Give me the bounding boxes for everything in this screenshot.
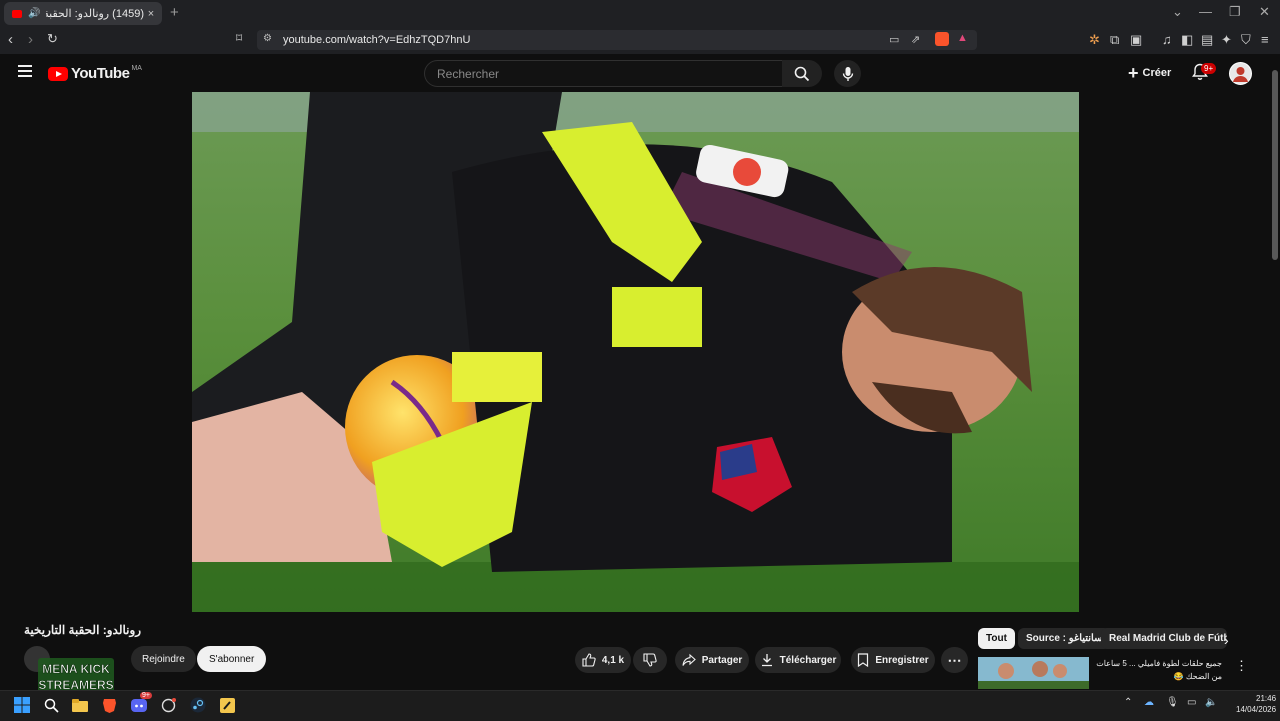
clock-time: 21:46 — [1256, 694, 1277, 703]
country-code: MA — [131, 65, 142, 72]
taskbar-clock[interactable]: 21:46 14/04/2026 — [1236, 693, 1276, 715]
tab-close-icon[interactable]: × — [144, 8, 158, 20]
clock-date: 14/04/2026 — [1236, 705, 1277, 714]
media-icon[interactable]: ♫ — [1162, 32, 1172, 47]
screenshot-icon[interactable]: ▣ — [1130, 32, 1142, 48]
share-page-icon[interactable]: ⇗ — [911, 33, 920, 46]
onedrive-icon[interactable]: ☁ — [1144, 697, 1154, 708]
taskbar-search-icon[interactable] — [41, 695, 61, 715]
close-window-icon[interactable]: ✕ — [1259, 4, 1270, 20]
volume-icon[interactable]: 🔈 — [1205, 697, 1217, 708]
chip-source[interactable]: Source : سانتياغو — [1018, 628, 1111, 649]
address-bar[interactable]: ⚙ youtube.com/watch?v=EdhzTQD7hnU ▭ ⇗ ▲ — [257, 30, 977, 50]
save-button[interactable]: Enregistrer — [851, 647, 935, 673]
network-icon[interactable]: ▭ — [1187, 697, 1196, 708]
search-icon — [794, 66, 810, 81]
file-explorer-icon[interactable] — [70, 695, 90, 715]
youtube-play-icon — [48, 66, 68, 81]
voice-search-button[interactable] — [834, 60, 861, 87]
extensions-puzzle-icon[interactable]: ⧉ — [1110, 32, 1119, 48]
microphone-icon — [842, 66, 853, 81]
search-input[interactable] — [435, 66, 739, 82]
system-tray-chevron-icon[interactable]: ⌃ — [1124, 697, 1132, 708]
windows-start-icon[interactable] — [12, 695, 32, 715]
share-button[interactable]: Partager — [675, 647, 749, 673]
reload-icon[interactable]: ↻ — [47, 31, 58, 47]
wallet-icon[interactable]: ▤ — [1201, 32, 1213, 48]
page-scrollbar[interactable] — [1272, 70, 1278, 260]
dislike-button[interactable] — [633, 647, 667, 673]
browser-menu-icon[interactable]: ≡ — [1261, 32, 1269, 47]
like-count: 4,1 k — [601, 654, 625, 666]
speaker-icon[interactable]: 🔊 — [28, 8, 40, 19]
recommended-video-thumbnail[interactable] — [978, 657, 1089, 689]
forward-icon[interactable]: › — [28, 31, 33, 48]
restore-icon[interactable]: ❐ — [1229, 4, 1241, 20]
tab-title: (1459) رونالدو: الحقبة التاريخية — [46, 8, 144, 20]
sidebar-icon[interactable]: ◧ — [1181, 32, 1193, 48]
subscribe-button[interactable]: S'abonner — [197, 646, 267, 672]
minimize-icon[interactable]: — — [1199, 4, 1212, 19]
thumbs-up-icon — [582, 653, 596, 667]
brave-rewards-icon[interactable]: ▲ — [957, 32, 968, 44]
steam-icon[interactable] — [188, 695, 208, 715]
svg-text:MENA KICK: MENA KICK — [42, 662, 110, 676]
video-player[interactable] — [192, 92, 1079, 612]
new-tab-button[interactable]: + — [170, 4, 179, 21]
url-text: youtube.com/watch?v=EdhzTQD7hnU — [283, 34, 471, 46]
search-box[interactable] — [424, 60, 783, 87]
chips-next-icon[interactable]: › — [1224, 632, 1229, 648]
youtube-favicon-icon — [12, 9, 22, 18]
brave-shields-icon[interactable] — [935, 32, 949, 46]
app-pencil-icon[interactable] — [217, 695, 237, 715]
join-button[interactable]: Rejoindre — [131, 646, 196, 672]
create-label: Créer — [1142, 67, 1172, 79]
back-icon[interactable]: ‹ — [8, 31, 13, 48]
more-actions-button[interactable]: ⋯ — [941, 647, 968, 673]
leo-ai-icon[interactable]: ✦ — [1221, 32, 1232, 48]
account-avatar[interactable] — [1229, 62, 1252, 85]
download-icon — [761, 654, 772, 667]
create-button[interactable]: + Créer — [1128, 62, 1171, 84]
notification-badge: 9+ — [1201, 63, 1217, 74]
brave-browser-icon[interactable] — [99, 695, 119, 715]
bookmark-save-icon — [858, 653, 869, 667]
video-title: رونالدو: الحقبة التاريخية — [24, 623, 142, 637]
like-button[interactable]: 4,1 k — [575, 647, 631, 673]
share-label: Partager — [701, 654, 743, 666]
download-label: Télécharger — [779, 654, 837, 666]
app-circle-icon[interactable] — [158, 695, 178, 715]
youtube-wordmark: YouTube — [71, 65, 130, 82]
extension-icon[interactable]: ✲ — [1089, 32, 1100, 48]
download-button[interactable]: Télécharger — [755, 647, 841, 673]
vpn-shield-icon[interactable]: ⛉ — [1241, 32, 1251, 48]
discord-badge: 9+ — [140, 692, 152, 699]
tray-mic-icon[interactable]: 🎙 — [1166, 697, 1179, 708]
browser-tab[interactable]: 🔊 (1459) رونالدو: الحقبة التاريخية × — [4, 2, 162, 25]
chip-real-madrid[interactable]: Real Madrid Club de Fútbol — [1101, 628, 1227, 649]
save-label: Enregistrer — [875, 654, 929, 666]
chip-all[interactable]: Tout — [978, 628, 1015, 649]
thumbs-down-icon — [643, 653, 657, 667]
recommended-video-title[interactable]: جميع حلقات لطوة فاميلي ... 5 ساعات من ال… — [1094, 657, 1222, 683]
hamburger-menu-icon[interactable] — [18, 65, 32, 80]
plus-icon: + — [1128, 62, 1139, 83]
site-info-icon[interactable]: ⚙ — [263, 33, 272, 44]
search-button[interactable] — [782, 60, 822, 87]
recommended-more-icon[interactable]: ⋮ — [1235, 658, 1248, 674]
video-frame-goalkeeper — [192, 92, 1079, 612]
cast-icon[interactable]: ▭ — [889, 33, 899, 46]
bookmark-icon[interactable]: ⌑ — [236, 31, 242, 45]
share-icon — [682, 653, 696, 666]
tab-list-icon[interactable]: ⌄ — [1172, 4, 1183, 20]
browser-tab-strip — [0, 0, 1280, 27]
youtube-logo[interactable]: YouTube MA — [48, 65, 142, 82]
